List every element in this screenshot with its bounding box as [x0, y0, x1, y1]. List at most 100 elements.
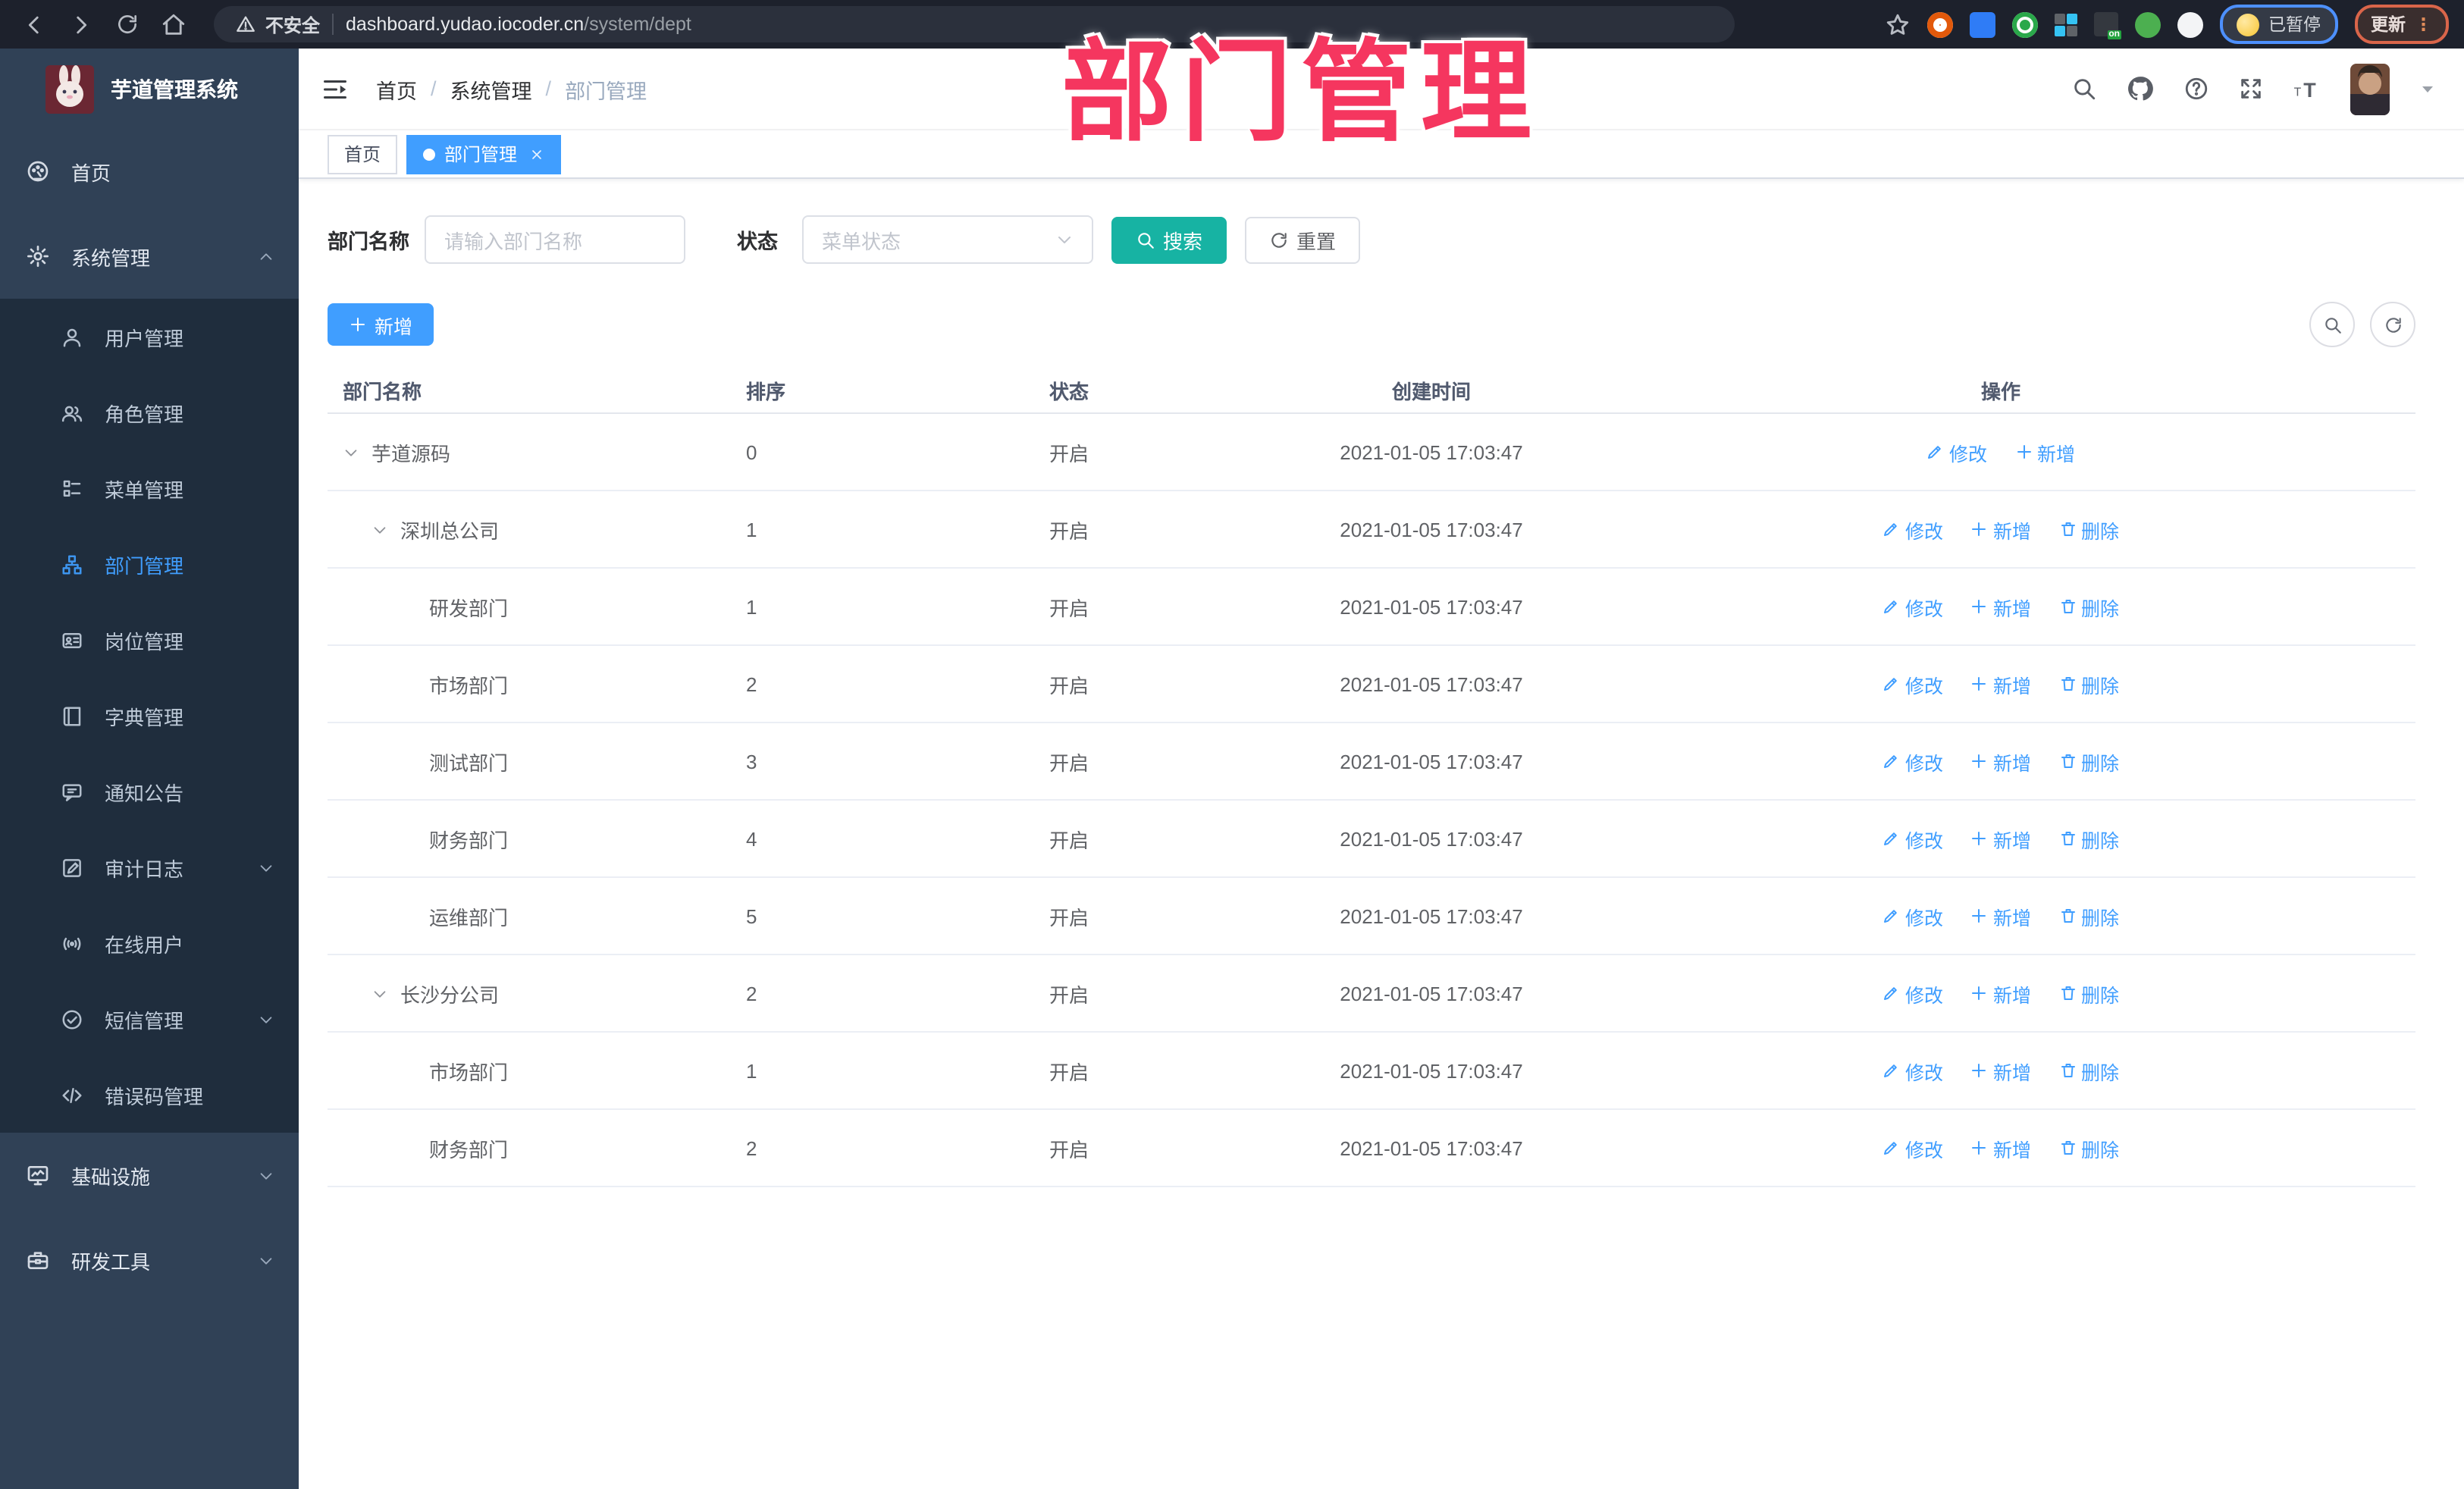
created-time-cell: 2021-01-05 17:03:47 [1340, 518, 1523, 541]
sidebar-item-在线用户[interactable]: 在线用户 [0, 905, 299, 981]
add-button[interactable]: 新增 [328, 303, 434, 346]
user-avatar[interactable] [2350, 63, 2390, 114]
row-action-新增[interactable]: 新增 [1970, 979, 2031, 1008]
sidebar-item-审计日志[interactable]: 审计日志 [0, 829, 299, 905]
sidebar-item-系统管理[interactable]: 系统管理 [0, 214, 299, 299]
row-action-修改[interactable]: 修改 [1882, 1133, 1943, 1162]
search-button[interactable]: 搜索 [1111, 216, 1227, 263]
sidebar-item-岗位管理[interactable]: 岗位管理 [0, 602, 299, 678]
sidebar-item-短信管理[interactable]: 短信管理 [0, 981, 299, 1057]
forward-icon[interactable] [68, 11, 94, 37]
table-row[interactable]: 测试部门 3 开启 2021-01-05 17:03:47 修改 新增 删除 [328, 723, 2415, 801]
extension-icon-squares[interactable] [2055, 13, 2077, 36]
row-action-删除[interactable]: 删除 [2058, 1133, 2119, 1162]
bookmark-star-icon[interactable] [1885, 11, 1911, 37]
sidebar-item-基础设施[interactable]: 基础设施 [0, 1133, 299, 1218]
row-action-新增[interactable]: 新增 [1970, 901, 2031, 930]
table-row[interactable]: 运维部门 5 开启 2021-01-05 17:03:47 修改 新增 删除 [328, 878, 2415, 955]
row-action-修改[interactable]: 修改 [1882, 901, 1943, 930]
sidebar-item-菜单管理[interactable]: 菜单管理 [0, 450, 299, 526]
extension-icon-blue-gem[interactable] [1970, 11, 1995, 37]
reset-button[interactable]: 重置 [1245, 216, 1361, 263]
extension-icon-switch-on[interactable]: on [2094, 12, 2121, 39]
add-button-label: 新增 [375, 316, 413, 337]
trash-icon [2058, 752, 2077, 770]
table-row[interactable]: 财务部门 4 开启 2021-01-05 17:03:47 修改 新增 删除 [328, 801, 2415, 878]
row-action-删除[interactable]: 删除 [2058, 824, 2119, 853]
hamburger-icon[interactable] [321, 75, 349, 102]
row-action-修改[interactable]: 修改 [1882, 669, 1943, 698]
row-action-修改[interactable]: 修改 [1882, 592, 1943, 621]
expand-arrow-icon[interactable] [343, 444, 371, 460]
font-size-icon[interactable]: TT [2293, 74, 2321, 103]
row-action-删除[interactable]: 删除 [2058, 1056, 2119, 1085]
dept-name-input[interactable]: 请输入部门名称 [425, 215, 685, 264]
user-menu-caret-icon[interactable] [2419, 80, 2437, 98]
tab-首页[interactable]: 首页 [328, 134, 398, 174]
back-icon[interactable] [21, 11, 47, 37]
row-action-新增[interactable]: 新增 [1970, 1056, 2031, 1085]
row-action-新增[interactable]: 新增 [1970, 669, 2031, 698]
table-row[interactable]: 研发部门 1 开启 2021-01-05 17:03:47 修改 新增 删除 [328, 569, 2415, 646]
header-search-icon[interactable] [2071, 76, 2097, 102]
table-row[interactable]: 市场部门 2 开启 2021-01-05 17:03:47 修改 新增 删除 [328, 646, 2415, 723]
row-action-删除[interactable]: 删除 [2058, 592, 2119, 621]
breadcrumb-item[interactable]: 首页 [376, 74, 417, 104]
home-icon[interactable] [161, 11, 187, 37]
table-row[interactable]: 深圳总公司 1 开启 2021-01-05 17:03:47 修改 新增 删除 [328, 491, 2415, 569]
sidebar-item-角色管理[interactable]: 角色管理 [0, 375, 299, 450]
sidebar-item-通知公告[interactable]: 通知公告 [0, 754, 299, 829]
row-action-新增[interactable]: 新增 [1970, 515, 2031, 544]
sidebar-item-研发工具[interactable]: 研发工具 [0, 1218, 299, 1302]
table-row[interactable]: 芋道源码 0 开启 2021-01-05 17:03:47 修改 新增 [328, 414, 2415, 491]
sidebar-item-字典管理[interactable]: 字典管理 [0, 678, 299, 754]
row-action-删除[interactable]: 删除 [2058, 979, 2119, 1008]
expand-arrow-icon[interactable] [371, 985, 400, 1002]
row-action-修改[interactable]: 修改 [1882, 747, 1943, 776]
update-button[interactable]: 更新 ⋮ [2354, 5, 2449, 44]
fullscreen-icon[interactable] [2238, 76, 2264, 102]
row-action-删除[interactable]: 删除 [2058, 669, 2119, 698]
table-row[interactable]: 市场部门 1 开启 2021-01-05 17:03:47 修改 新增 删除 [328, 1033, 2415, 1110]
row-action-修改[interactable]: 修改 [1882, 979, 1943, 1008]
row-action-修改[interactable]: 修改 [1882, 1056, 1943, 1085]
sidebar-item-错误码管理[interactable]: 错误码管理 [0, 1057, 299, 1133]
row-action-修改[interactable]: 修改 [1882, 515, 1943, 544]
row-action-新增[interactable]: 新增 [1970, 824, 2031, 853]
expand-arrow-icon[interactable] [371, 521, 400, 538]
sidebar-item-用户管理[interactable]: 用户管理 [0, 299, 299, 375]
row-action-新增[interactable]: 新增 [1970, 1133, 2031, 1162]
extension-icon-green-key[interactable] [2135, 11, 2161, 37]
toggle-search-button[interactable] [2309, 302, 2355, 347]
table-row[interactable]: 财务部门 2 开启 2021-01-05 17:03:47 修改 新增 删除 [328, 1110, 2415, 1187]
extension-icon-puzzle[interactable] [2177, 11, 2203, 37]
row-action-新增[interactable]: 新增 [1970, 747, 2031, 776]
github-icon[interactable] [2126, 74, 2155, 103]
tab-部门管理[interactable]: 部门管理 [406, 134, 562, 174]
tab-close-icon[interactable] [529, 146, 544, 161]
url-text[interactable]: dashboard.yudao.iocoder.cn/system/dept [346, 14, 691, 35]
reload-icon[interactable] [115, 12, 140, 36]
dept-name-cell: 深圳总公司 [328, 515, 734, 544]
row-action-修改[interactable]: 修改 [1882, 824, 1943, 853]
browser-menu-icon[interactable]: ⋮ [2415, 14, 2432, 35]
monitor-icon [26, 1163, 50, 1187]
extension-icon-green[interactable] [2012, 11, 2038, 37]
help-icon[interactable] [2183, 76, 2209, 102]
security-label[interactable]: 不安全 [265, 11, 320, 37]
status-select[interactable]: 菜单状态 [802, 215, 1093, 264]
row-action-删除[interactable]: 删除 [2058, 515, 2119, 544]
row-action-新增[interactable]: 新增 [1970, 592, 2031, 621]
refresh-table-button[interactable] [2370, 302, 2415, 347]
extension-icon-orange[interactable] [1927, 11, 1953, 37]
row-action-修改[interactable]: 修改 [1926, 437, 1987, 466]
sidebar-item-部门管理[interactable]: 部门管理 [0, 526, 299, 602]
table-row[interactable]: 长沙分公司 2 开启 2021-01-05 17:03:47 修改 新增 删除 [328, 955, 2415, 1033]
sidebar-item-首页[interactable]: 首页 [0, 129, 299, 214]
row-action-删除[interactable]: 删除 [2058, 901, 2119, 930]
row-action-新增[interactable]: 新增 [2014, 437, 2075, 466]
app-logo[interactable]: 芋道管理系统 [0, 49, 299, 129]
breadcrumb-item[interactable]: 系统管理 [450, 74, 532, 104]
profile-chip[interactable]: 已暂停 [2220, 5, 2337, 44]
row-action-删除[interactable]: 删除 [2058, 747, 2119, 776]
